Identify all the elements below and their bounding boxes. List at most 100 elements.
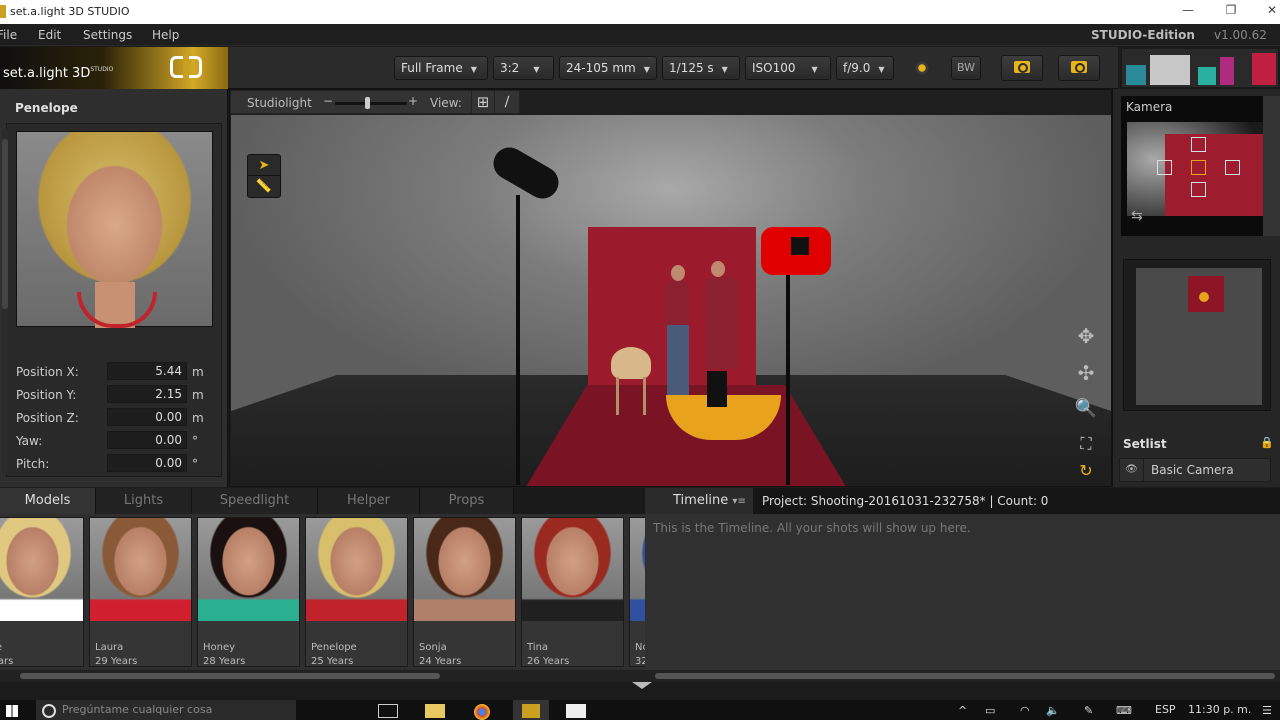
af-point-bottom[interactable] xyxy=(1191,182,1206,197)
af-point-right[interactable] xyxy=(1225,160,1240,175)
menu-file[interactable]: File xyxy=(0,28,17,42)
model-figure-laura[interactable] xyxy=(665,281,689,325)
timeline-menu-icon[interactable]: ▾≡ xyxy=(732,496,745,507)
3d-viewport[interactable]: ➤ 📏 ✥ ✣ 🔍 ⛶ ↻ Studiolight − + View: ⊞ ∕ xyxy=(229,89,1112,487)
lock-icon[interactable]: 🔒 xyxy=(1260,436,1274,449)
scrollbar-thumb[interactable] xyxy=(655,673,1275,679)
model-card[interactable]: Honey 28 Years xyxy=(197,517,300,667)
position-x-input[interactable]: 5.44 xyxy=(107,362,187,380)
setlist-item[interactable]: 👁 Basic Camera xyxy=(1119,458,1271,482)
focus-point-icon[interactable] xyxy=(914,60,930,76)
orbit-icon[interactable]: ✥ xyxy=(1071,322,1101,350)
file-explorer-icon[interactable] xyxy=(425,704,445,718)
histogram-bar xyxy=(1126,65,1146,85)
language-indicator[interactable]: ESP xyxy=(1155,703,1176,716)
iso-dropdown[interactable]: ISO100 ▼ xyxy=(745,56,831,80)
minimize-button[interactable]: — xyxy=(1178,3,1198,17)
af-point-top[interactable] xyxy=(1191,137,1206,152)
scrollbar-thumb[interactable] xyxy=(20,673,440,679)
studiolight-slider-thumb[interactable] xyxy=(365,97,371,109)
swap-arrows-icon[interactable]: ⇆ xyxy=(1131,208,1143,224)
close-button[interactable]: ✕ xyxy=(1262,3,1280,17)
shoot-button[interactable] xyxy=(1001,55,1043,81)
pitch-input[interactable]: 0.00 xyxy=(107,454,187,472)
studiolight-decrease[interactable]: − xyxy=(323,94,333,108)
position-z-input[interactable]: 0.00 xyxy=(107,408,187,426)
clock[interactable]: 11:30 p. m. xyxy=(1188,703,1251,716)
volume-icon[interactable]: 🔈 xyxy=(1046,704,1060,717)
model-card[interactable]: Tina 26 Years xyxy=(521,517,624,667)
logo-text: set.a.light 3DSTUDIO xyxy=(3,66,113,81)
tab-speedlight[interactable]: Speedlight xyxy=(192,488,318,514)
aspect-dropdown[interactable]: 3:2 ▼ xyxy=(493,56,554,80)
timeline-empty-message: This is the Timeline. All your shots wil… xyxy=(653,521,971,535)
collapse-panel-icon[interactable] xyxy=(632,682,652,689)
camera-side-controls[interactable] xyxy=(1263,96,1280,236)
scrollbar-thumb[interactable] xyxy=(2,139,8,309)
model-thumbnail xyxy=(0,518,83,621)
model-card[interactable]: Penelope 25 Years xyxy=(305,517,408,667)
lens-value: 24-105 mm xyxy=(566,61,636,75)
sensor-dropdown[interactable]: Full Frame ▼ xyxy=(394,56,488,80)
line-view-icon[interactable]: ∕ xyxy=(495,91,519,114)
eye-icon[interactable]: 👁 xyxy=(1120,459,1144,481)
reset-rotate-icon[interactable]: ↻ xyxy=(1071,457,1101,485)
selected-camera[interactable] xyxy=(761,227,831,275)
app-task-icon[interactable] xyxy=(566,704,586,718)
menu-edit[interactable]: Edit xyxy=(38,28,61,42)
notifications-icon[interactable]: ☰ xyxy=(1262,704,1272,717)
model-card[interactable]: Sonja 24 Years xyxy=(413,517,516,667)
setalight-task-active[interactable] xyxy=(513,700,549,720)
chrome-icon[interactable] xyxy=(474,704,490,720)
wifi-icon[interactable]: ◠ xyxy=(1020,704,1030,717)
model-thumbnail xyxy=(522,518,623,621)
zoom-icon[interactable]: 🔍 xyxy=(1071,395,1101,423)
battery-icon[interactable]: ▭ xyxy=(985,704,995,717)
tab-props[interactable]: Props xyxy=(420,488,514,514)
keyboard-icon[interactable]: ⌨ xyxy=(1116,704,1132,717)
tray-chevron-icon[interactable]: ^ xyxy=(958,704,967,717)
chair-prop[interactable] xyxy=(611,347,651,379)
timeline-scrollbar[interactable] xyxy=(645,670,1280,682)
tab-helper[interactable]: Helper xyxy=(318,488,420,514)
chair-leg xyxy=(643,377,646,415)
pan-icon[interactable]: ✣ xyxy=(1071,359,1101,387)
timeline-tab[interactable]: Timeline ▾≡ xyxy=(645,488,753,514)
menu-settings[interactable]: Settings xyxy=(83,28,132,42)
aperture-dropdown[interactable]: f/9.0 ▼ xyxy=(836,56,894,80)
properties-scrollbar[interactable] xyxy=(2,129,8,474)
tab-models[interactable]: Models xyxy=(0,488,96,514)
model-card[interactable]: Laura 29 Years xyxy=(89,517,192,667)
model-card-age: Years xyxy=(0,656,14,667)
grid-view-icon[interactable]: ⊞ xyxy=(471,91,495,114)
viewport-toolbar: Studiolight − + View: ⊞ ∕ xyxy=(230,90,520,114)
position-y-unit: m xyxy=(192,388,204,402)
af-point-center[interactable] xyxy=(1191,160,1206,175)
maximize-button[interactable]: ❐ xyxy=(1221,3,1241,17)
studiolight-increase[interactable]: + xyxy=(408,94,418,108)
measure-ruler-icon[interactable]: 📏 xyxy=(248,176,280,197)
models-scrollbar[interactable] xyxy=(0,670,645,682)
camera-preview[interactable] xyxy=(1127,122,1263,216)
select-arrow-icon[interactable]: ➤ xyxy=(248,155,280,176)
top-view-minimap[interactable] xyxy=(1136,268,1262,405)
af-point-left[interactable] xyxy=(1157,160,1172,175)
bw-button[interactable]: BW xyxy=(951,56,981,80)
model-card[interactable]: ole Years xyxy=(0,517,84,667)
studiolight-slider[interactable] xyxy=(335,102,407,105)
menu-help[interactable]: Help xyxy=(152,28,179,42)
shutter-dropdown[interactable]: 1/125 s ▼ xyxy=(662,56,740,80)
windows-start-icon[interactable] xyxy=(6,705,18,717)
fit-icon[interactable]: ⛶ xyxy=(1071,430,1101,458)
lens-dropdown[interactable]: 24-105 mm ▼ xyxy=(559,56,657,80)
studio-light-head[interactable] xyxy=(487,141,565,205)
position-y-input[interactable]: 2.15 xyxy=(107,385,187,403)
yaw-input[interactable]: 0.00 xyxy=(107,431,187,449)
tab-lights[interactable]: Lights xyxy=(96,488,192,514)
model-figure-penelope[interactable] xyxy=(705,277,737,369)
pen-icon[interactable]: ✎ xyxy=(1084,704,1093,717)
task-view-icon[interactable] xyxy=(378,704,398,718)
taskbar-search-input[interactable]: Pregúntame cualquier cosa xyxy=(36,700,296,720)
studio-scene[interactable]: ➤ 📏 ✥ ✣ 🔍 ⛶ ↻ xyxy=(231,115,1111,486)
burst-shoot-button[interactable] xyxy=(1058,55,1100,81)
